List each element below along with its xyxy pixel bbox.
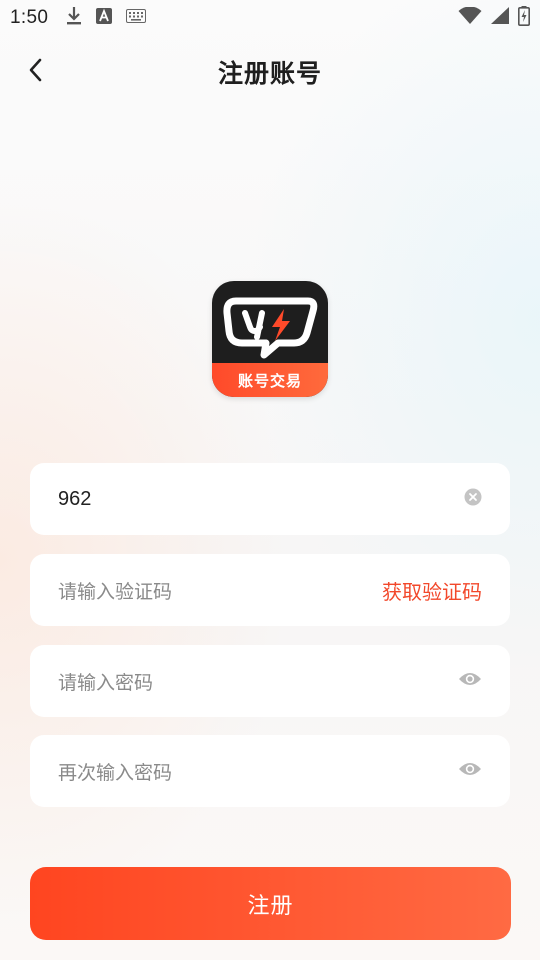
status-left-icons xyxy=(66,6,147,31)
logo-text: 账号交易 xyxy=(237,371,302,390)
wifi-icon xyxy=(458,6,482,30)
battery-charging-icon xyxy=(518,5,530,31)
clear-button[interactable] xyxy=(464,488,482,510)
page-title: 注册账号 xyxy=(217,59,322,88)
verification-code-input[interactable]: 请输入验证码 xyxy=(58,577,172,604)
chevron-left-icon xyxy=(28,58,44,86)
keyboard-icon xyxy=(126,8,147,28)
logo-emblem xyxy=(223,297,318,359)
download-icon xyxy=(66,6,82,31)
cellular-signal-icon xyxy=(490,6,510,30)
password-field[interactable]: 请输入密码 xyxy=(30,645,510,717)
register-button[interactable]: 注册 xyxy=(30,867,511,940)
status-time: 1:50 xyxy=(10,7,49,28)
verification-code-field[interactable]: 请输入验证码 获取验证码 xyxy=(30,554,510,626)
get-code-button[interactable]: 获取验证码 xyxy=(382,576,482,605)
eye-icon xyxy=(458,671,482,691)
header: 注册账号 xyxy=(0,44,540,100)
password-input[interactable]: 请输入密码 xyxy=(58,668,153,695)
phone-field[interactable]: 962 xyxy=(30,463,510,535)
clear-circle-icon xyxy=(464,488,482,510)
status-right-icons xyxy=(458,5,530,31)
eye-icon xyxy=(458,761,482,781)
password-visibility-toggle[interactable] xyxy=(458,671,482,691)
text-a-icon xyxy=(96,7,113,29)
back-button[interactable] xyxy=(18,54,54,90)
logo-band: 账号交易 xyxy=(212,363,328,397)
confirm-password-input[interactable]: 再次输入密码 xyxy=(58,758,172,785)
phone-input-value[interactable]: 962 xyxy=(58,488,91,511)
app-logo: 账号交易 xyxy=(212,281,328,397)
confirm-password-field[interactable]: 再次输入密码 xyxy=(30,735,510,807)
confirm-password-visibility-toggle[interactable] xyxy=(458,761,482,781)
status-bar: 1:50 xyxy=(0,0,540,36)
